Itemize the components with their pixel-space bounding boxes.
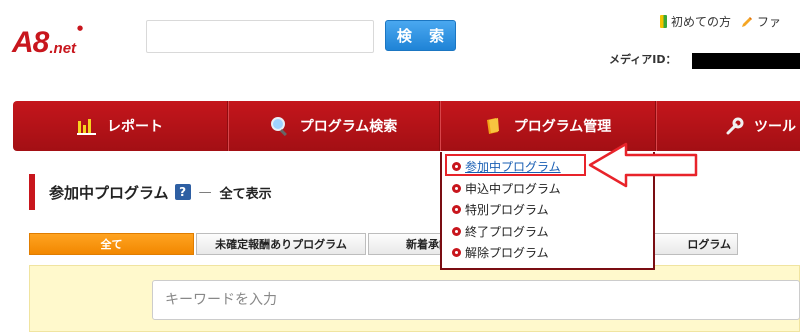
media-id-label: メディアID： [609, 53, 677, 66]
folder-icon [486, 118, 499, 134]
bullet-icon [452, 226, 461, 236]
highlight-box [445, 154, 586, 176]
wrench-icon [726, 117, 744, 135]
nav-program-search[interactable]: プログラム検索 [228, 101, 440, 151]
help-icon[interactable]: ? [174, 184, 191, 200]
menu-item-ended-programs[interactable]: 終了プログラム [452, 221, 653, 243]
heading-dash: — [198, 184, 212, 200]
bullet-icon [452, 248, 461, 258]
faq-link-label: ファ [757, 15, 782, 29]
keyword-input[interactable] [152, 280, 800, 320]
logo-net: .net [49, 40, 77, 57]
tab-unconfirmed-rewards[interactable]: 未確定報酬ありプログラム [196, 233, 366, 255]
bar-chart-icon [77, 119, 96, 135]
program-search-input[interactable] [146, 20, 374, 53]
page-heading: 参加中プログラム ? — 全て表示 [29, 174, 272, 210]
beginner-link[interactable]: 初めての方 [660, 13, 731, 30]
nav-program-manage-label: プログラム管理 [513, 119, 612, 135]
menu-item-label: 申込中プログラム [465, 181, 561, 196]
menu-item-label: 解除プログラム [465, 246, 549, 261]
page-title: 参加中プログラム [49, 183, 169, 202]
a8-logo[interactable]: A8 .net ● [12, 18, 83, 58]
menu-item-special-programs[interactable]: 特別プログラム [452, 199, 653, 221]
logo-a8: A8 [12, 26, 49, 59]
logo-trademark: ● [77, 24, 84, 32]
nav-program-search-label: プログラム検索 [299, 119, 398, 135]
nav-report[interactable]: レポート [13, 101, 228, 151]
page-subtitle: 全て表示 [219, 186, 272, 202]
magnifier-icon [270, 117, 287, 136]
beginner-link-label: 初めての方 [671, 15, 732, 29]
nav-tools-label: ツール [754, 119, 796, 135]
menu-item-label: 終了プログラム [465, 224, 549, 239]
bullet-icon [452, 183, 461, 193]
pencil-icon [742, 16, 753, 27]
media-id-redacted [692, 53, 800, 69]
bullet-icon [452, 205, 461, 215]
search-button[interactable]: 検 索 [385, 20, 456, 51]
top-links: 初めての方 ファ [660, 13, 781, 30]
menu-item-cancelled-programs[interactable]: 解除プログラム [452, 242, 653, 264]
callout-arrow-icon [588, 142, 698, 188]
beginner-leaf-icon [660, 15, 667, 28]
faq-link[interactable]: ファ [741, 13, 781, 30]
tab-all[interactable]: 全て [29, 233, 194, 255]
nav-report-label: レポート [107, 119, 163, 135]
menu-item-label: 特別プログラム [465, 203, 549, 218]
